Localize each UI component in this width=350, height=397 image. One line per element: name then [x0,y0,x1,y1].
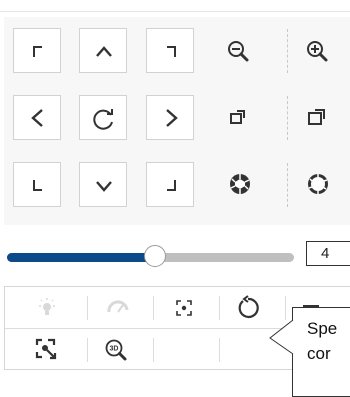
3d-zoom-icon: 3D [105,339,127,361]
arrow-up-left-icon [33,46,42,57]
focus-frame-icon [176,300,192,316]
light-bulb-icon [39,298,55,315]
focus-divider [287,96,288,140]
chevron-down-icon [96,181,112,192]
chevron-left-icon [31,109,43,127]
speed-slider-fill [7,253,158,262]
refresh-icon [238,295,259,319]
tool-separator [87,296,88,320]
pan-right-button[interactable] [146,95,194,140]
pan-down-left-button[interactable] [13,162,61,207]
tool-separator [87,338,88,362]
manual-focus-button[interactable] [172,296,196,325]
zoom-in-button[interactable] [305,39,331,70]
focus-near-icon [230,110,245,124]
speed-value: 4 [321,245,330,262]
arrow-down-right-icon [167,180,176,191]
tooltip: Spe cor [292,307,350,397]
ptz-control-panel [4,17,350,225]
iris-divider [287,163,288,207]
lens-reset-button[interactable] [235,295,261,326]
pan-down-right-button[interactable] [146,162,194,207]
tilt-down-button[interactable] [79,162,127,207]
wiper-icon [107,300,129,313]
regional-focus-icon [35,338,57,360]
arrow-up-right-icon [167,46,176,57]
arrow-down-left-icon [33,180,42,191]
speed-value-box[interactable]: 4 [306,241,350,266]
tool-separator [285,296,286,320]
zoom-out-button[interactable] [226,39,252,70]
tool-separator [219,296,220,320]
pan-up-left-button[interactable] [13,28,61,73]
iris-close-button[interactable] [228,172,252,201]
zoom-in-icon [307,41,328,62]
regional-focus-button[interactable] [34,337,60,368]
rotate-icon [93,109,113,130]
zoom-out-icon [228,41,249,62]
tool-separator [153,296,154,320]
top-divider [0,11,350,12]
tilt-up-button[interactable] [79,28,127,73]
svg-text:3D: 3D [110,346,119,353]
pan-up-right-button[interactable] [146,28,194,73]
iris-close-icon [230,174,250,194]
auto-rotate-button[interactable] [79,95,127,140]
focus-near-button[interactable] [229,107,251,134]
chevron-up-icon [96,46,112,57]
tool-separator [153,338,154,362]
3d-zoom-button[interactable]: 3D [104,338,128,367]
chevron-right-icon [166,109,178,127]
wiper-button[interactable] [106,296,130,325]
iris-open-button[interactable] [306,172,330,201]
speed-slider-handle[interactable] [144,245,166,267]
tooltip-line-2: cor [307,344,331,363]
zoom-divider [287,29,288,73]
iris-open-icon [308,174,328,194]
light-button[interactable] [35,296,59,325]
tool-separator [219,338,220,362]
focus-far-icon [308,109,325,125]
tooltip-line-1: Spe [307,319,338,338]
tooltip-pointer [269,319,294,355]
focus-far-button[interactable] [307,107,329,134]
pan-left-button[interactable] [13,95,61,140]
